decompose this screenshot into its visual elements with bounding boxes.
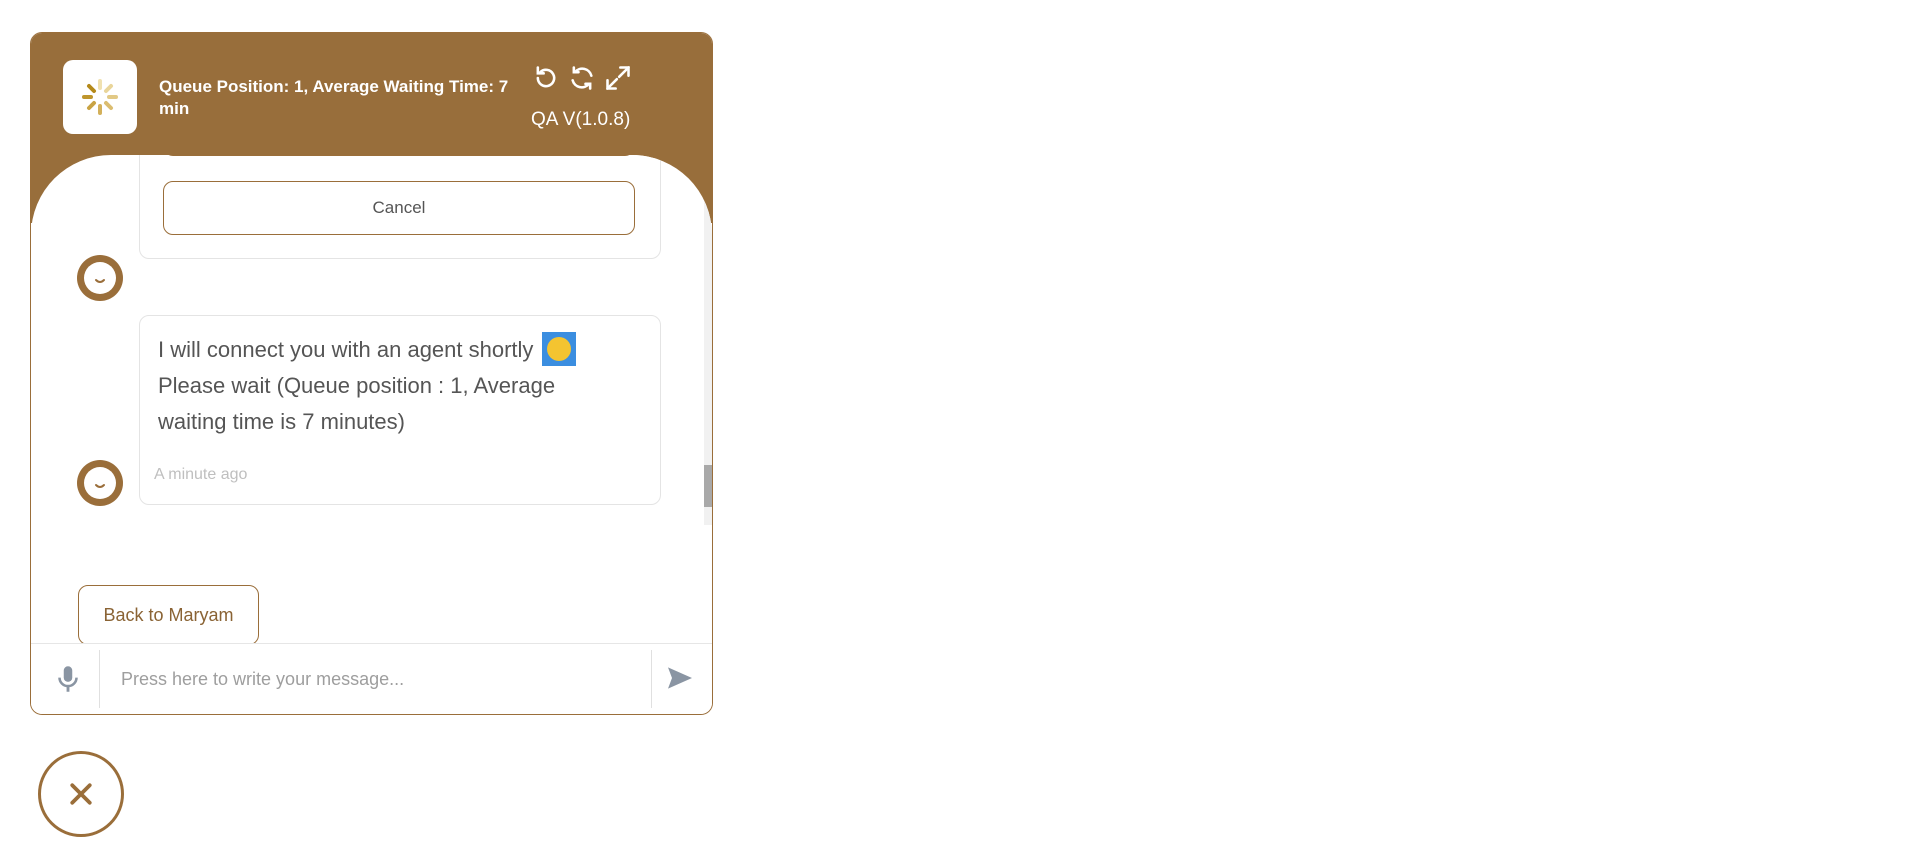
scrollbar-thumb[interactable] xyxy=(704,465,712,507)
header-actions xyxy=(531,63,633,93)
divider xyxy=(651,650,652,708)
options-card: Cancel xyxy=(139,155,661,259)
cancel-button[interactable]: Cancel xyxy=(163,181,635,235)
bot-avatar xyxy=(77,460,123,506)
bot-message-card: I will connect you with an agent shortly… xyxy=(139,315,661,505)
bot-message-text: I will connect you with an agent shortly… xyxy=(158,332,628,440)
undo-icon[interactable] xyxy=(531,63,561,93)
refresh-icon[interactable] xyxy=(567,63,597,93)
chat-widget: Queue Position: 1, Average Waiting Time:… xyxy=(30,32,713,715)
message-line-1: I will connect you with an agent shortly xyxy=(158,337,534,362)
expand-icon[interactable] xyxy=(603,63,633,93)
close-chat-button[interactable] xyxy=(38,751,124,837)
loading-logo xyxy=(63,60,137,134)
message-line-2: Please wait (Queue position : 1, Average… xyxy=(158,373,556,435)
message-input[interactable] xyxy=(119,658,643,700)
send-icon[interactable] xyxy=(664,662,700,698)
smile-emoji-icon xyxy=(541,332,576,367)
app-version: QA V(1.0.8) xyxy=(531,109,631,130)
queue-status-title: Queue Position: 1, Average Waiting Time:… xyxy=(159,77,509,118)
option-button-previous[interactable] xyxy=(163,155,635,156)
back-to-agent-button[interactable]: Back to Maryam xyxy=(78,585,259,645)
bot-avatar xyxy=(77,255,123,301)
close-icon xyxy=(70,783,92,805)
chat-body: Cancel I will connect you with an agent … xyxy=(31,155,712,677)
message-composer xyxy=(31,643,712,714)
divider xyxy=(99,650,100,708)
spinner-icon xyxy=(82,79,118,115)
microphone-icon[interactable] xyxy=(51,662,85,696)
message-timestamp: A minute ago xyxy=(154,466,248,483)
